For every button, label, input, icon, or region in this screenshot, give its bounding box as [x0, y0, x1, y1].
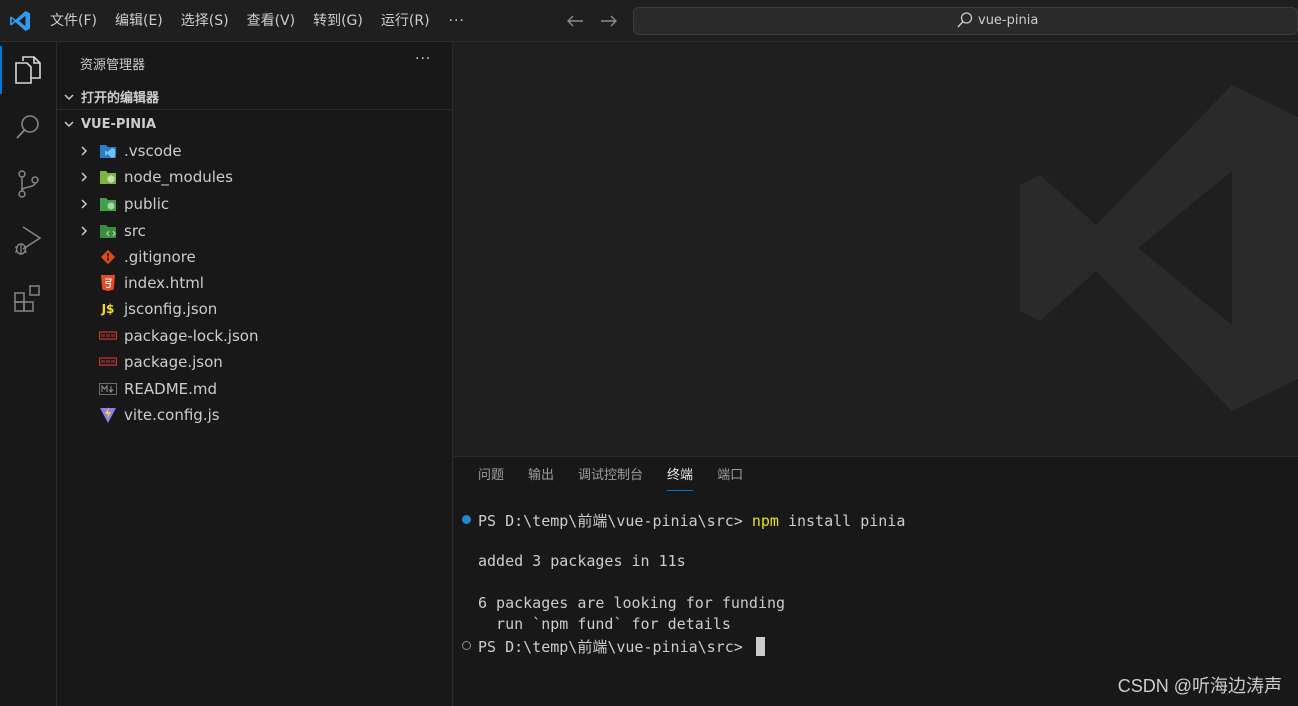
tree-item-readme[interactable]: README.md [57, 376, 453, 402]
menu-file[interactable]: 文件(F) [41, 8, 106, 34]
explorer-title: 资源管理器 [80, 58, 146, 73]
menu-run[interactable]: 运行(R) [372, 8, 439, 34]
back-arrow-icon[interactable] [564, 8, 586, 34]
tree-item-label: .vscode [124, 142, 182, 160]
vscode-logo-icon [10, 11, 30, 31]
src-folder-icon [99, 222, 117, 240]
terminal[interactable]: PS D:\temp\前端\vue-pinia\src> npm install… [454, 457, 1298, 706]
tree-item-label: src [124, 222, 146, 240]
tree-item-label: jsconfig.json [124, 300, 218, 318]
title-bar: 文件(F) 编辑(E) 选择(S) 查看(V) 转到(G) 运行(R) ··· … [0, 0, 1298, 42]
explorer-more-button[interactable]: ··· [415, 51, 431, 67]
tree-item-index-html[interactable]: index.html [57, 270, 453, 296]
npm-icon [99, 327, 117, 345]
terminal-line: PS D:\temp\前端\vue-pinia\src> [478, 636, 765, 657]
vscode-folder-icon [99, 142, 117, 160]
bottom-panel: 问题 输出 调试控制台 终端 端口 PS D:\temp\前端\vue-pini… [454, 456, 1298, 706]
tree-item-vscode[interactable]: .vscode [57, 138, 453, 164]
menu-bar: 文件(F) 编辑(E) 选择(S) 查看(V) 转到(G) 运行(R) ··· [41, 0, 475, 42]
search-icon [957, 12, 973, 28]
terminal-prompt: PS D:\temp\前端\vue-pinia\src> [478, 638, 752, 656]
menu-view[interactable]: 查看(V) [238, 8, 305, 34]
chevron-right-icon [76, 169, 92, 185]
command-pending-icon[interactable] [462, 641, 471, 650]
command-success-icon[interactable] [462, 515, 471, 524]
tree-item-public[interactable]: public [57, 191, 453, 217]
menu-selection[interactable]: 选择(S) [172, 8, 238, 34]
activity-bar [0, 42, 57, 706]
tree-item-package-lock[interactable]: package-lock.json [57, 323, 453, 349]
tree-item-label: .gitignore [124, 248, 196, 266]
tree-item-src[interactable]: src [57, 218, 453, 244]
chevron-right-icon [76, 196, 92, 212]
chevron-right-icon [76, 223, 92, 239]
markdown-icon [99, 380, 117, 398]
terminal-output-line: added 3 packages in 11s [478, 552, 686, 570]
menu-more-button[interactable]: ··· [439, 13, 475, 29]
vscode-watermark-icon [1020, 85, 1298, 411]
terminal-cursor [755, 637, 765, 656]
html5-icon [99, 274, 117, 292]
command-center[interactable]: vue-pinia [633, 7, 1298, 35]
source-control-icon[interactable] [0, 156, 56, 212]
chevron-right-icon [76, 143, 92, 159]
explorer-sidebar: 资源管理器 ··· 打开的编辑器 VUE-PINIA .vscode node_… [57, 42, 453, 706]
forward-arrow-icon[interactable] [598, 8, 620, 34]
workspace-root-section[interactable]: VUE-PINIA [57, 111, 453, 137]
terminal-command-args: install pinia [778, 512, 906, 530]
tree-item-label: vite.config.js [124, 406, 220, 424]
open-editors-label: 打开的编辑器 [81, 91, 160, 106]
menu-edit[interactable]: 编辑(E) [106, 8, 172, 34]
node-folder-icon [99, 168, 117, 186]
tree-item-label: README.md [124, 380, 218, 398]
terminal-line: PS D:\temp\前端\vue-pinia\src> npm install… [478, 510, 905, 531]
tree-item-label: index.html [124, 274, 204, 292]
tree-item-package-json[interactable]: package.json [57, 349, 453, 375]
workspace-root-label: VUE-PINIA [81, 116, 157, 132]
tree-item-label: package.json [124, 353, 223, 371]
terminal-prompt: PS D:\temp\前端\vue-pinia\src> [478, 512, 752, 530]
npm-icon [99, 353, 117, 371]
watermark-credit: CSDN @听海边涛声 [1117, 676, 1282, 696]
explorer-icon[interactable] [0, 42, 56, 98]
menu-go[interactable]: 转到(G) [304, 8, 372, 34]
run-debug-icon[interactable] [0, 213, 56, 269]
tree-item-jsconfig[interactable]: J$ jsconfig.json [57, 296, 453, 322]
terminal-output-line: run `npm fund` for details [478, 615, 731, 633]
tree-item-vite-config[interactable]: vite.config.js [57, 402, 453, 428]
search-icon[interactable] [0, 99, 56, 155]
open-editors-section[interactable]: 打开的编辑器 [57, 84, 453, 110]
chevron-down-icon [57, 91, 81, 103]
command-center-label: vue-pinia [978, 12, 1039, 28]
terminal-output-line: 6 packages are looking for funding [478, 594, 786, 612]
terminal-command-npm: npm [751, 512, 779, 530]
tree-item-label: package-lock.json [124, 327, 259, 345]
vite-icon [99, 406, 117, 424]
tree-item-node-modules[interactable]: node_modules [57, 164, 453, 190]
history-nav [564, 8, 620, 34]
git-icon [99, 248, 117, 266]
chevron-down-icon [57, 118, 81, 130]
tree-item-label: public [124, 195, 170, 213]
tree-item-label: node_modules [124, 168, 233, 186]
extensions-icon[interactable] [0, 270, 56, 326]
tree-item-gitignore[interactable]: .gitignore [57, 244, 453, 270]
public-folder-icon [99, 195, 117, 213]
explorer-header: 资源管理器 ··· [57, 42, 453, 82]
js-icon: J$ [101, 302, 115, 316]
